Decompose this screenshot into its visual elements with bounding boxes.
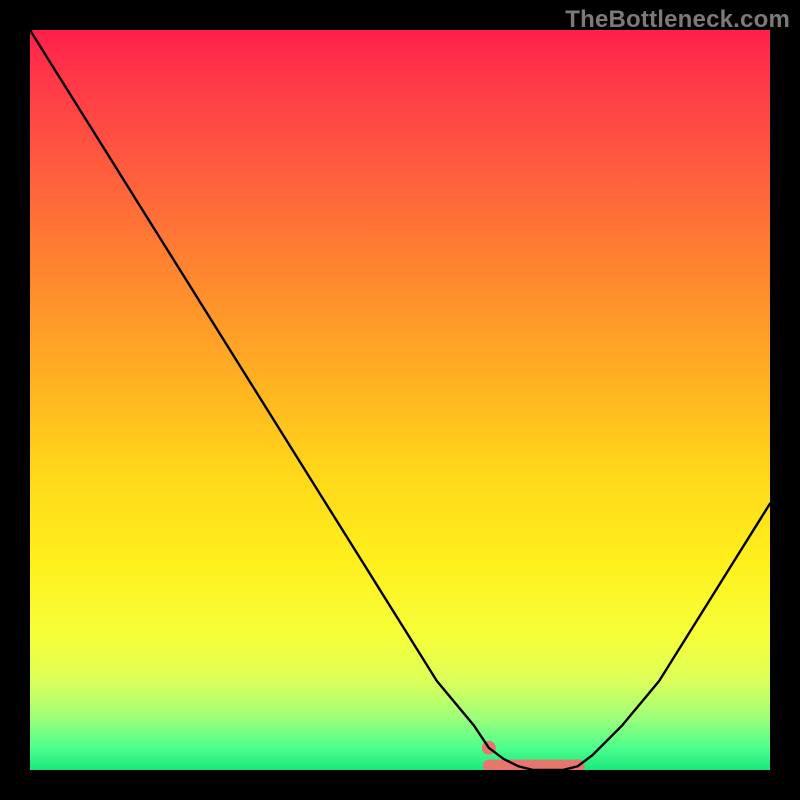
bottleneck-curve (30, 30, 770, 770)
chart-plot-area (30, 30, 770, 770)
chart-svg (30, 30, 770, 770)
